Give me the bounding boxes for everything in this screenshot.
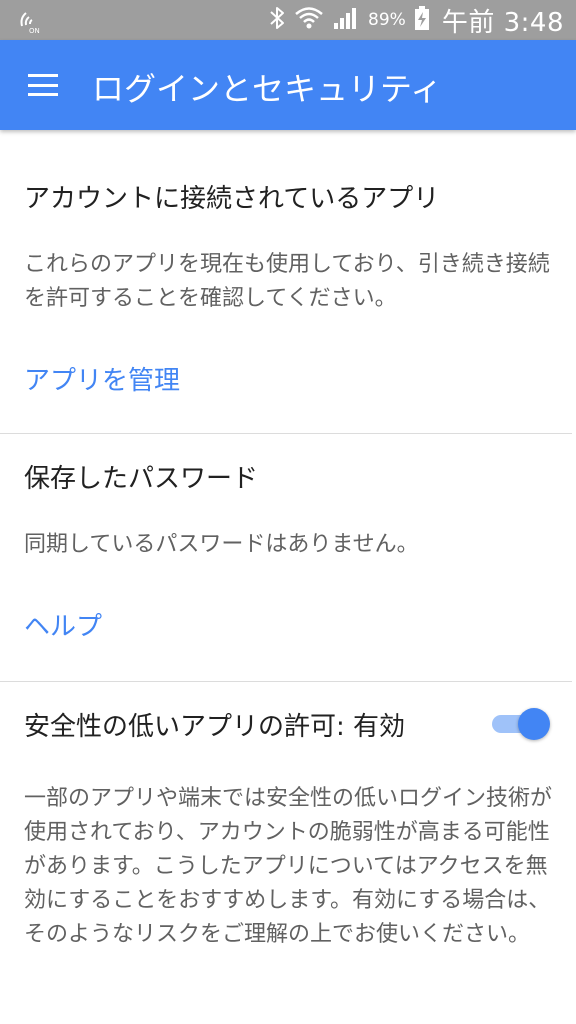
status-bar: ON 89% 午前 3:48 [0, 0, 576, 40]
manage-apps-link[interactable]: アプリを管理 [24, 360, 180, 397]
menu-button[interactable] [20, 62, 66, 108]
connected-apps-description: これらのアプリを現在も使用しており、引き続き接続を許可することを確認してください… [24, 252, 550, 311]
status-icons: 89% 午前 3:48 [268, 0, 564, 40]
help-link[interactable]: ヘルプ [24, 606, 102, 643]
section-divider [0, 681, 572, 682]
battery-charging-icon [414, 5, 430, 35]
saved-passwords-description: 同期しているパスワードはありません。 [24, 532, 419, 557]
hamburger-menu-icon[interactable] [28, 74, 58, 96]
less-secure-apps-title: 安全性の低いアプリの許可: 有効 [24, 712, 406, 742]
signal-icon [332, 5, 358, 35]
page-title: ログインとセキュリティ [92, 70, 443, 108]
app-bar: ログインとセキュリティ [0, 40, 576, 130]
svg-text:ON: ON [29, 27, 40, 34]
wifi-icon [294, 5, 324, 35]
status-time: 午前 3:48 [441, 7, 564, 38]
nfc-icon: ON [18, 8, 44, 35]
toggle-thumb [518, 708, 550, 740]
less-secure-apps-description: 一部のアプリや端末では安全性の低いログイン技術が使用されており、アカウントの脆弱… [24, 786, 553, 947]
saved-passwords-title: 保存したパスワード [24, 464, 259, 494]
battery-percent: 89% [368, 10, 406, 30]
connected-apps-title: アカウントに接続されているアプリ [24, 184, 440, 214]
less-secure-apps-toggle[interactable] [490, 706, 550, 742]
bluetooth-icon [268, 5, 286, 35]
section-divider [0, 433, 572, 434]
